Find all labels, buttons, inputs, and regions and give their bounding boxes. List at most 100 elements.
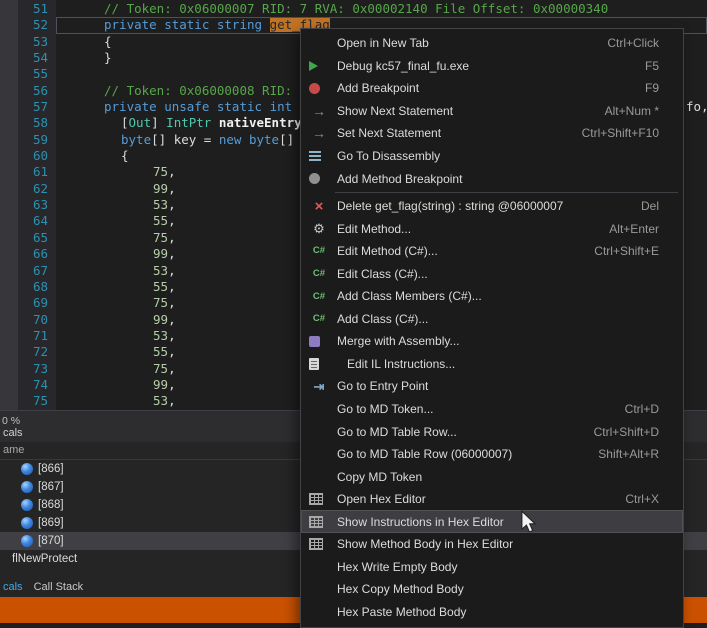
tab-call-stack[interactable]: Call Stack [31,578,92,597]
line-number: 66 [18,246,48,262]
menu-item-go-to-disassembly[interactable]: Go To Disassembly [301,145,683,168]
menu-item-shortcut: Alt+Enter [609,222,659,236]
menu-item-shortcut: Shift+Alt+R [598,447,659,461]
csharp-icon: C# [309,243,329,259]
menu-item-edit-method-c[interactable]: C#Edit Method (C#)...Ctrl+Shift+E [301,240,683,263]
code-text: 75, [153,295,176,311]
code-token: , [168,213,176,228]
code-token: [] [151,132,174,147]
locals-row-label: [867] [38,478,64,496]
code-token: // Token: 0x06000008 RID: 8 [104,83,307,98]
menu-item-label: Add Class (C#)... [337,312,428,326]
line-number: 56 [18,83,48,99]
locals-row-label: [868] [38,496,64,514]
menu-item-label: Delete get_flag(string) : string @060000… [337,199,563,213]
code-token: [ [121,115,129,130]
menu-item-show-method-body-in-hex-editor[interactable]: Show Method Body in Hex Editor [301,533,683,556]
menu-item-add-breakpoint[interactable]: Add BreakpointF9 [301,77,683,100]
code-text: private static string get_flag [104,17,330,33]
menu-item-show-next-statement[interactable]: →Show Next StatementAlt+Num * [301,100,683,123]
menu-item-hex-copy-method-body[interactable]: Hex Copy Method Body [301,578,683,601]
code-token: 55 [153,213,168,228]
code-text: 75, [153,164,176,180]
menu-item-label: Go to Entry Point [337,379,428,393]
menu-item-go-to-md-table-row[interactable]: Go to MD Table Row...Ctrl+Shift+D [301,420,683,443]
code-token: 99 [153,181,168,196]
menu-item-edit-class-c[interactable]: C#Edit Class (C#)... [301,262,683,285]
code-text: 55, [153,213,176,229]
line-number: 70 [18,312,48,328]
code-text: 53, [153,197,176,213]
code-token: [] [279,132,294,147]
menu-item-hex-paste-method-body[interactable]: Hex Paste Method Body [301,601,683,624]
menu-item-shortcut: Del [641,199,659,213]
menu-item-debug-kc57-final-fu-exe[interactable]: Debug kc57_final_fu.exeF5 [301,55,683,78]
code-token: IntPtr [166,115,211,130]
line-number: 62 [18,181,48,197]
code-line: 51// Token: 0x06000007 RID: 7 RVA: 0x000… [0,1,707,17]
tab-locals[interactable]: cals [0,578,31,597]
line-number: 72 [18,344,48,360]
menu-item-add-class-c[interactable]: C#Add Class (C#)... [301,308,683,331]
line-number: 57 [18,99,48,115]
hex-icon [309,493,323,505]
menu-item-shortcut: Ctrl+Click [607,36,659,50]
menu-item-label: Edit Method... [337,222,411,236]
menu-item-edit-method[interactable]: ⚙Edit Method...Alt+Enter [301,217,683,240]
object-sphere-icon [21,463,33,475]
code-overflow-text: fo, [686,99,707,114]
menu-item-label: Show Instructions in Hex Editor [337,515,504,529]
code-token: 75 [153,230,168,245]
menu-item-label: Go to MD Table Row... [337,425,457,439]
menu-item-shortcut: Ctrl+D [625,402,659,416]
menu-item-label: Hex Copy Method Body [337,582,464,596]
menu-item-open-hex-editor[interactable]: Open Hex EditorCtrl+X [301,488,683,511]
menu-item-label: Add Class Members (C#)... [337,289,482,303]
locals-row-label: [866] [38,460,64,478]
line-number: 65 [18,230,48,246]
code-text: 53, [153,263,176,279]
code-text: 53, [153,328,176,344]
code-text: 99, [153,181,176,197]
menu-item-open-in-new-tab[interactable]: Open in New TabCtrl+Click [301,32,683,55]
menu-item-go-to-entry-point[interactable]: ⇥Go to Entry Point [301,375,683,398]
line-number: 64 [18,213,48,229]
menu-item-delete-get-flag-string-string-06000007[interactable]: ×Delete get_flag(string) : string @06000… [301,195,683,218]
menu-item-copy-md-token[interactable]: Copy MD Token [301,465,683,488]
menu-item-label: Hex Paste Method Body [337,605,466,619]
menu-item-merge-with-assembly[interactable]: Merge with Assembly... [301,330,683,353]
code-token: , [168,328,176,343]
menu-item-shortcut: Alt+Num * [605,104,659,118]
csharp-icon: C# [309,288,329,304]
menu-item-edit-il-instructions[interactable]: Edit IL Instructions... [301,353,683,376]
menu-item-add-class-members-c[interactable]: C# Add Class Members (C#)... [301,285,683,308]
menu-item-add-method-breakpoint[interactable]: Add Method Breakpoint [301,167,683,190]
code-token: nativeEntry [219,115,302,130]
code-token: Out [129,115,152,130]
set-next-statement-icon: → [309,125,329,141]
code-token: 99 [153,246,168,261]
code-text: 55, [153,279,176,295]
line-number: 68 [18,279,48,295]
menu-item-show-instructions-in-hex-editor[interactable]: Show Instructions in Hex Editor [301,510,683,533]
csharp-icon: C# [309,266,329,282]
assembly-icon [309,336,320,347]
code-token: , [168,279,176,294]
menu-item-shortcut: Ctrl+Shift+E [594,244,659,258]
line-number: 74 [18,377,48,393]
code-token: , [168,164,176,179]
menu-item-go-to-md-token[interactable]: Go to MD Token...Ctrl+D [301,398,683,421]
menu-item-go-to-md-table-row-06000007[interactable]: Go to MD Table Row (06000007)Shift+Alt+R [301,443,683,466]
code-text: 75, [153,361,176,377]
menu-item-label: Edit IL Instructions... [347,357,455,371]
menu-item-set-next-statement[interactable]: →Set Next StatementCtrl+Shift+F10 [301,122,683,145]
menu-item-hex-write-empty-body[interactable]: Hex Write Empty Body [301,556,683,579]
code-token: new [219,132,242,147]
menu-item-label: Show Method Body in Hex Editor [337,537,513,551]
code-token: 53 [153,393,168,408]
code-text: { [104,34,112,50]
code-token: , [168,377,176,392]
line-number: 55 [18,66,48,82]
code-token: , [168,312,176,327]
code-token: , [168,181,176,196]
